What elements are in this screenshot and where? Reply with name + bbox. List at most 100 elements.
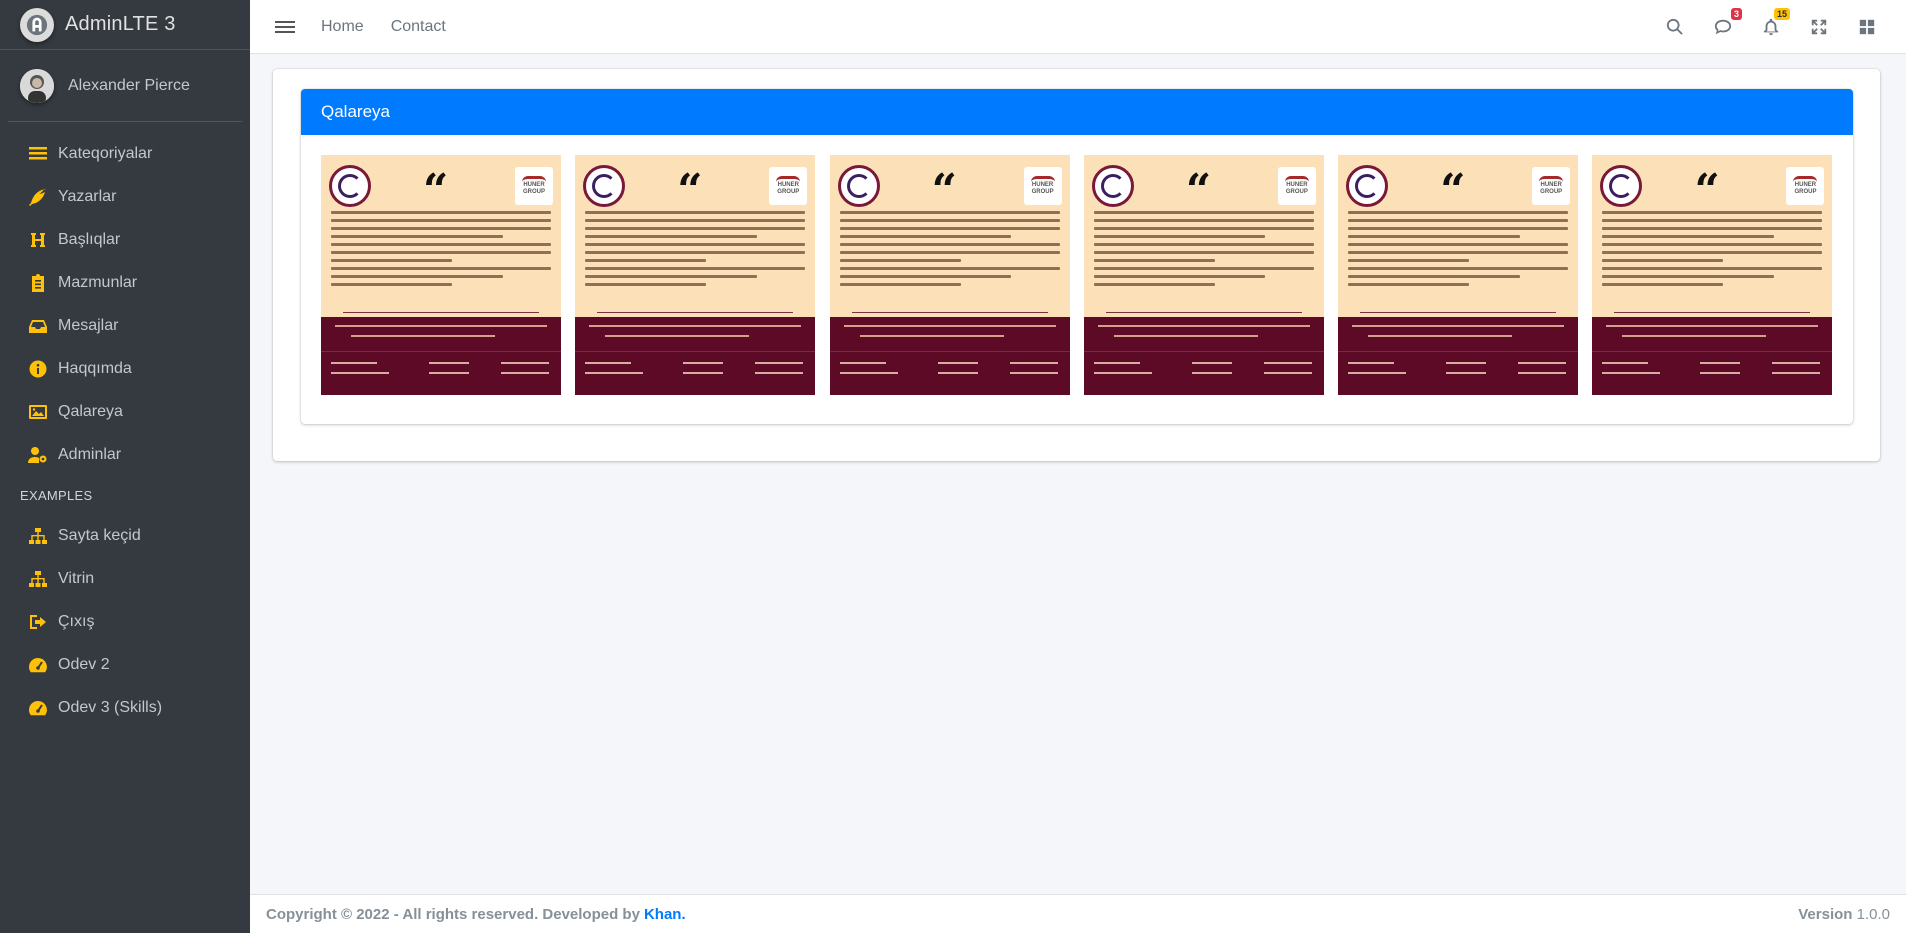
sidebar-item-label: Odev 2	[58, 655, 110, 673]
brand-text: AdminLTE 3	[65, 13, 176, 35]
control-sidebar-icon[interactable]	[1856, 16, 1878, 38]
messages-badge: 3	[1730, 8, 1742, 20]
sidebar-item-yazarlar[interactable]: Yazarlar	[0, 175, 250, 218]
sidebar-item-adminlar[interactable]: Adminlar	[0, 433, 250, 476]
quote-icon: “	[1694, 165, 1720, 216]
sidebar-item-cixis[interactable]: Çıxış	[0, 600, 250, 643]
gallery-grid: “ HUNER GROUP “ HUNER GROUP “ HUNER GROUP “ HUNER G…	[321, 155, 1833, 395]
page-footer: Copyright © 2022 - All rights reserved. …	[250, 894, 1906, 933]
poster-divider	[1105, 312, 1302, 313]
poster-text-lines	[1602, 211, 1823, 291]
poster-footer	[1083, 351, 1324, 395]
content-card: Qalareya “ HUNER GROUP “ HUNER GROUP “ HUNER GRO…	[273, 69, 1880, 461]
sidebar-item-qalareya[interactable]: Qalareya	[0, 390, 250, 433]
sidebar-item-label: Haqqımda	[58, 359, 132, 377]
quote-icon: “	[1440, 165, 1466, 216]
avatar	[20, 68, 54, 103]
user-panel[interactable]: Alexander Pierce	[8, 50, 242, 122]
huner-logo-icon: HUNER GROUP	[1786, 167, 1825, 205]
poster-note	[1083, 317, 1324, 351]
poster-note	[1338, 317, 1579, 351]
gallery-thumbnail[interactable]: “ HUNER GROUP	[1592, 155, 1833, 395]
poster-note	[575, 317, 816, 351]
poster-divider	[597, 312, 794, 313]
poster-footer	[1592, 351, 1833, 395]
nav-link-contact[interactable]: Contact	[391, 18, 446, 36]
gallery-thumbnail[interactable]: “ HUNER GROUP	[829, 155, 1070, 395]
sidebar-section-header: EXAMPLES	[20, 487, 93, 503]
gallery-thumbnail[interactable]: “ HUNER GROUP	[1338, 155, 1579, 395]
version-number: 1.0.0	[1856, 905, 1890, 923]
feather-icon	[26, 187, 50, 207]
sidebar-item-label: Adminlar	[58, 445, 122, 463]
sidebar-item-label: Mazmunlar	[58, 273, 138, 291]
hamburger-menu-icon[interactable]	[275, 18, 295, 36]
sidebar-item-label: Başlıqlar	[58, 230, 121, 248]
huner-logo-icon: HUNER GROUP	[1277, 167, 1316, 205]
poster-divider	[851, 312, 1048, 313]
sidebar-item-haqqimda[interactable]: Haqqımda	[0, 347, 250, 390]
poster-divider	[343, 312, 539, 313]
poster-divider	[1614, 312, 1811, 313]
quote-icon: “	[677, 165, 703, 216]
top-navbar: Home Contact 3 15	[250, 0, 1906, 54]
brand-link[interactable]: AdminLTE 3	[0, 0, 250, 50]
author-link[interactable]: Khan.	[644, 906, 686, 923]
clipboard-icon	[26, 273, 50, 293]
nav-link-home[interactable]: Home	[321, 18, 364, 36]
search-icon[interactable]	[1664, 16, 1686, 38]
images-icon	[26, 402, 50, 422]
gallery-title: Qalareya	[321, 102, 390, 121]
messages-icon[interactable]: 3	[1712, 8, 1742, 38]
sitemap-icon	[26, 526, 50, 546]
sidebar-nav: Kateqoriyalar Yazarlar Başlıqlar Mazmunl…	[0, 122, 250, 729]
sidebar-item-kateqoriyalar[interactable]: Kateqoriyalar	[0, 132, 250, 175]
quote-icon: “	[1185, 165, 1212, 216]
poster-text-lines	[331, 211, 551, 291]
gallery-thumbnail[interactable]: “ HUNER GROUP	[321, 155, 561, 395]
sidebar-item-label: Mesajlar	[58, 316, 119, 334]
brand-logo-icon	[20, 7, 54, 42]
sidebar-item-label: Sayta keçid	[58, 526, 141, 544]
gallery-card: Qalareya “ HUNER GROUP “ HUNER GROUP “ HUNER GRO…	[301, 89, 1853, 424]
poster-footer	[321, 351, 561, 395]
tachometer-icon	[26, 698, 50, 718]
poster-note	[829, 317, 1070, 351]
huner-logo-icon: HUNER GROUP	[1532, 167, 1571, 205]
sidebar-item-mesajlar[interactable]: Mesajlar	[0, 304, 250, 347]
sidebar-item-mazmunlar[interactable]: Mazmunlar	[0, 261, 250, 304]
sidebar-item-sayta-kecid[interactable]: Sayta keçid	[0, 514, 250, 557]
poster-text-lines	[585, 211, 806, 291]
hilal-logo-icon	[1091, 165, 1134, 207]
gallery-card-header: Qalareya	[301, 89, 1853, 135]
sidebar-item-basliqlar[interactable]: Başlıqlar	[0, 218, 250, 261]
notifications-bell-icon[interactable]: 15	[1760, 8, 1790, 38]
heading-icon	[26, 230, 50, 250]
poster-text-lines	[1093, 211, 1314, 291]
sidebar-item-odev-3[interactable]: Odev 3 (Skills)	[0, 686, 250, 729]
notifications-badge: 15	[1773, 8, 1790, 20]
hilal-logo-icon	[1346, 165, 1389, 207]
inbox-icon	[26, 316, 50, 336]
tachometer-icon	[26, 655, 50, 675]
sidebar-item-label: Yazarlar	[58, 187, 117, 205]
huner-logo-icon: HUNER GROUP	[769, 167, 808, 205]
main-sidebar: AdminLTE 3 Alexander Pierce Kateqoriyala…	[0, 0, 250, 933]
version-label: Version	[1798, 905, 1853, 923]
poster-divider	[1360, 312, 1557, 313]
copyright-text: Copyright © 2022 - All rights reserved. …	[266, 905, 640, 923]
sidebar-item-odev-2[interactable]: Odev 2	[0, 643, 250, 686]
poster-footer	[1338, 351, 1579, 395]
sign-out-icon	[26, 612, 50, 632]
huner-logo-icon: HUNER GROUP	[515, 167, 553, 205]
poster-footer	[575, 351, 816, 395]
sidebar-item-label: Vitrin	[58, 569, 95, 587]
fullscreen-expand-icon[interactable]	[1808, 16, 1830, 38]
sidebar-item-vitrin[interactable]: Vitrin	[0, 557, 250, 600]
poster-footer	[829, 351, 1070, 395]
gallery-thumbnail[interactable]: “ HUNER GROUP	[1083, 155, 1324, 395]
info-icon	[26, 359, 50, 379]
version-info: Version 1.0.0	[1798, 906, 1890, 923]
gallery-thumbnail[interactable]: “ HUNER GROUP	[575, 155, 816, 395]
sidebar-item-label: Kateqoriyalar	[58, 144, 153, 162]
